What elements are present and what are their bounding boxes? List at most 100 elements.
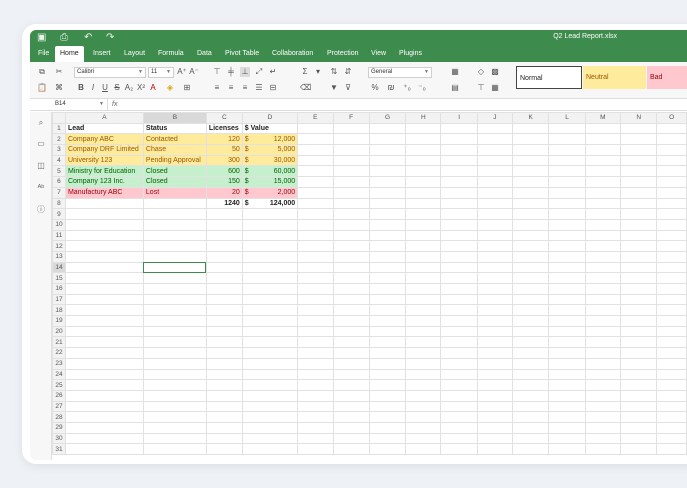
cell[interactable]	[656, 379, 687, 391]
cell[interactable]	[241, 240, 299, 252]
row-header[interactable]: 20	[52, 325, 66, 338]
cell[interactable]	[142, 272, 207, 284]
cell[interactable]	[620, 368, 658, 381]
row-header[interactable]: 27	[52, 400, 66, 413]
paste-icon[interactable]: 📋	[37, 83, 47, 93]
cell[interactable]	[368, 240, 407, 252]
cell[interactable]	[405, 389, 442, 402]
cell[interactable]	[405, 336, 442, 349]
cell[interactable]	[440, 432, 478, 445]
cell[interactable]	[584, 347, 622, 359]
cell[interactable]	[368, 347, 407, 359]
column-header-f[interactable]: F	[332, 112, 370, 124]
cell[interactable]	[241, 272, 299, 284]
cell[interactable]	[142, 411, 207, 423]
cell[interactable]	[405, 379, 442, 391]
cell[interactable]	[332, 347, 370, 359]
menu-home[interactable]: Home	[55, 46, 84, 62]
cell[interactable]	[297, 443, 334, 455]
paint-icon[interactable]: ⊤	[476, 83, 486, 93]
licenses-cell[interactable]: 150	[205, 176, 243, 188]
cell[interactable]	[548, 421, 586, 434]
cell[interactable]	[405, 357, 442, 370]
cell[interactable]	[64, 389, 144, 402]
insert-cells-icon[interactable]: ▦	[450, 67, 460, 77]
cell[interactable]	[297, 122, 334, 135]
cell[interactable]	[440, 154, 478, 167]
cell[interactable]	[584, 357, 622, 370]
cell[interactable]	[512, 197, 550, 210]
cell[interactable]	[620, 421, 658, 434]
cell[interactable]	[64, 357, 144, 370]
cell[interactable]	[584, 229, 622, 242]
cell[interactable]	[512, 229, 550, 242]
cell[interactable]	[332, 304, 370, 317]
column-header-e[interactable]: E	[297, 112, 334, 124]
font-color-icon[interactable]: A	[148, 83, 158, 93]
cell[interactable]	[241, 261, 299, 274]
filter-icon[interactable]: ▼	[329, 83, 339, 93]
cell[interactable]	[548, 389, 586, 402]
cell[interactable]	[142, 197, 207, 210]
cell[interactable]	[620, 250, 658, 263]
cell[interactable]	[142, 379, 207, 391]
cell[interactable]	[405, 283, 442, 295]
cell[interactable]	[241, 432, 299, 445]
cell[interactable]	[440, 144, 478, 156]
subscript-icon[interactable]: A₂	[124, 83, 134, 93]
cell[interactable]	[584, 144, 622, 156]
cell[interactable]	[584, 421, 622, 434]
cell[interactable]	[205, 208, 243, 220]
cell[interactable]	[241, 208, 299, 220]
cell[interactable]	[64, 432, 144, 445]
cell[interactable]	[548, 218, 586, 231]
cell[interactable]	[656, 432, 687, 445]
row-header[interactable]: 29	[52, 421, 66, 434]
cell[interactable]	[548, 283, 586, 295]
cell[interactable]	[656, 165, 687, 178]
percent-icon[interactable]: %	[370, 83, 380, 93]
cell[interactable]	[64, 400, 144, 413]
status-cell[interactable]: Lost	[142, 186, 207, 199]
cell[interactable]	[584, 443, 622, 455]
search-icon[interactable]: ⌕	[36, 118, 46, 128]
cell[interactable]	[512, 144, 550, 156]
cell[interactable]	[548, 176, 586, 188]
cell[interactable]	[548, 272, 586, 284]
cell[interactable]	[368, 357, 407, 370]
cell[interactable]	[620, 325, 658, 338]
cell[interactable]	[332, 357, 370, 370]
row-header[interactable]: 25	[52, 379, 66, 391]
cell[interactable]	[205, 240, 243, 252]
cell[interactable]	[142, 421, 207, 434]
delete-cells-icon[interactable]: ▤	[450, 83, 460, 93]
cell[interactable]	[64, 240, 144, 252]
cell[interactable]	[241, 304, 299, 317]
cell[interactable]	[142, 400, 207, 413]
cell[interactable]	[405, 411, 442, 423]
cell[interactable]	[405, 272, 442, 284]
status-cell[interactable]: Contacted	[142, 133, 207, 146]
cell[interactable]	[476, 368, 514, 381]
cell[interactable]	[620, 336, 658, 349]
cell[interactable]	[656, 421, 687, 434]
cell[interactable]	[548, 133, 586, 146]
cell[interactable]	[476, 208, 514, 220]
style-normal[interactable]: Normal	[516, 66, 582, 89]
cell[interactable]	[620, 283, 658, 295]
cell[interactable]	[241, 400, 299, 413]
cell[interactable]	[548, 315, 586, 327]
cell[interactable]	[297, 368, 334, 381]
row-header[interactable]: 11	[52, 229, 66, 242]
cell[interactable]	[512, 315, 550, 327]
header-cell-licenses[interactable]: Licenses	[205, 122, 243, 135]
cell[interactable]	[584, 218, 622, 231]
cell[interactable]	[584, 176, 622, 188]
cell[interactable]	[297, 186, 334, 199]
licenses-cell[interactable]: 20	[205, 186, 243, 199]
cell[interactable]	[142, 357, 207, 370]
cell[interactable]	[332, 411, 370, 423]
cell[interactable]	[476, 357, 514, 370]
row-header[interactable]: 26	[52, 389, 66, 402]
cell[interactable]	[440, 325, 478, 338]
